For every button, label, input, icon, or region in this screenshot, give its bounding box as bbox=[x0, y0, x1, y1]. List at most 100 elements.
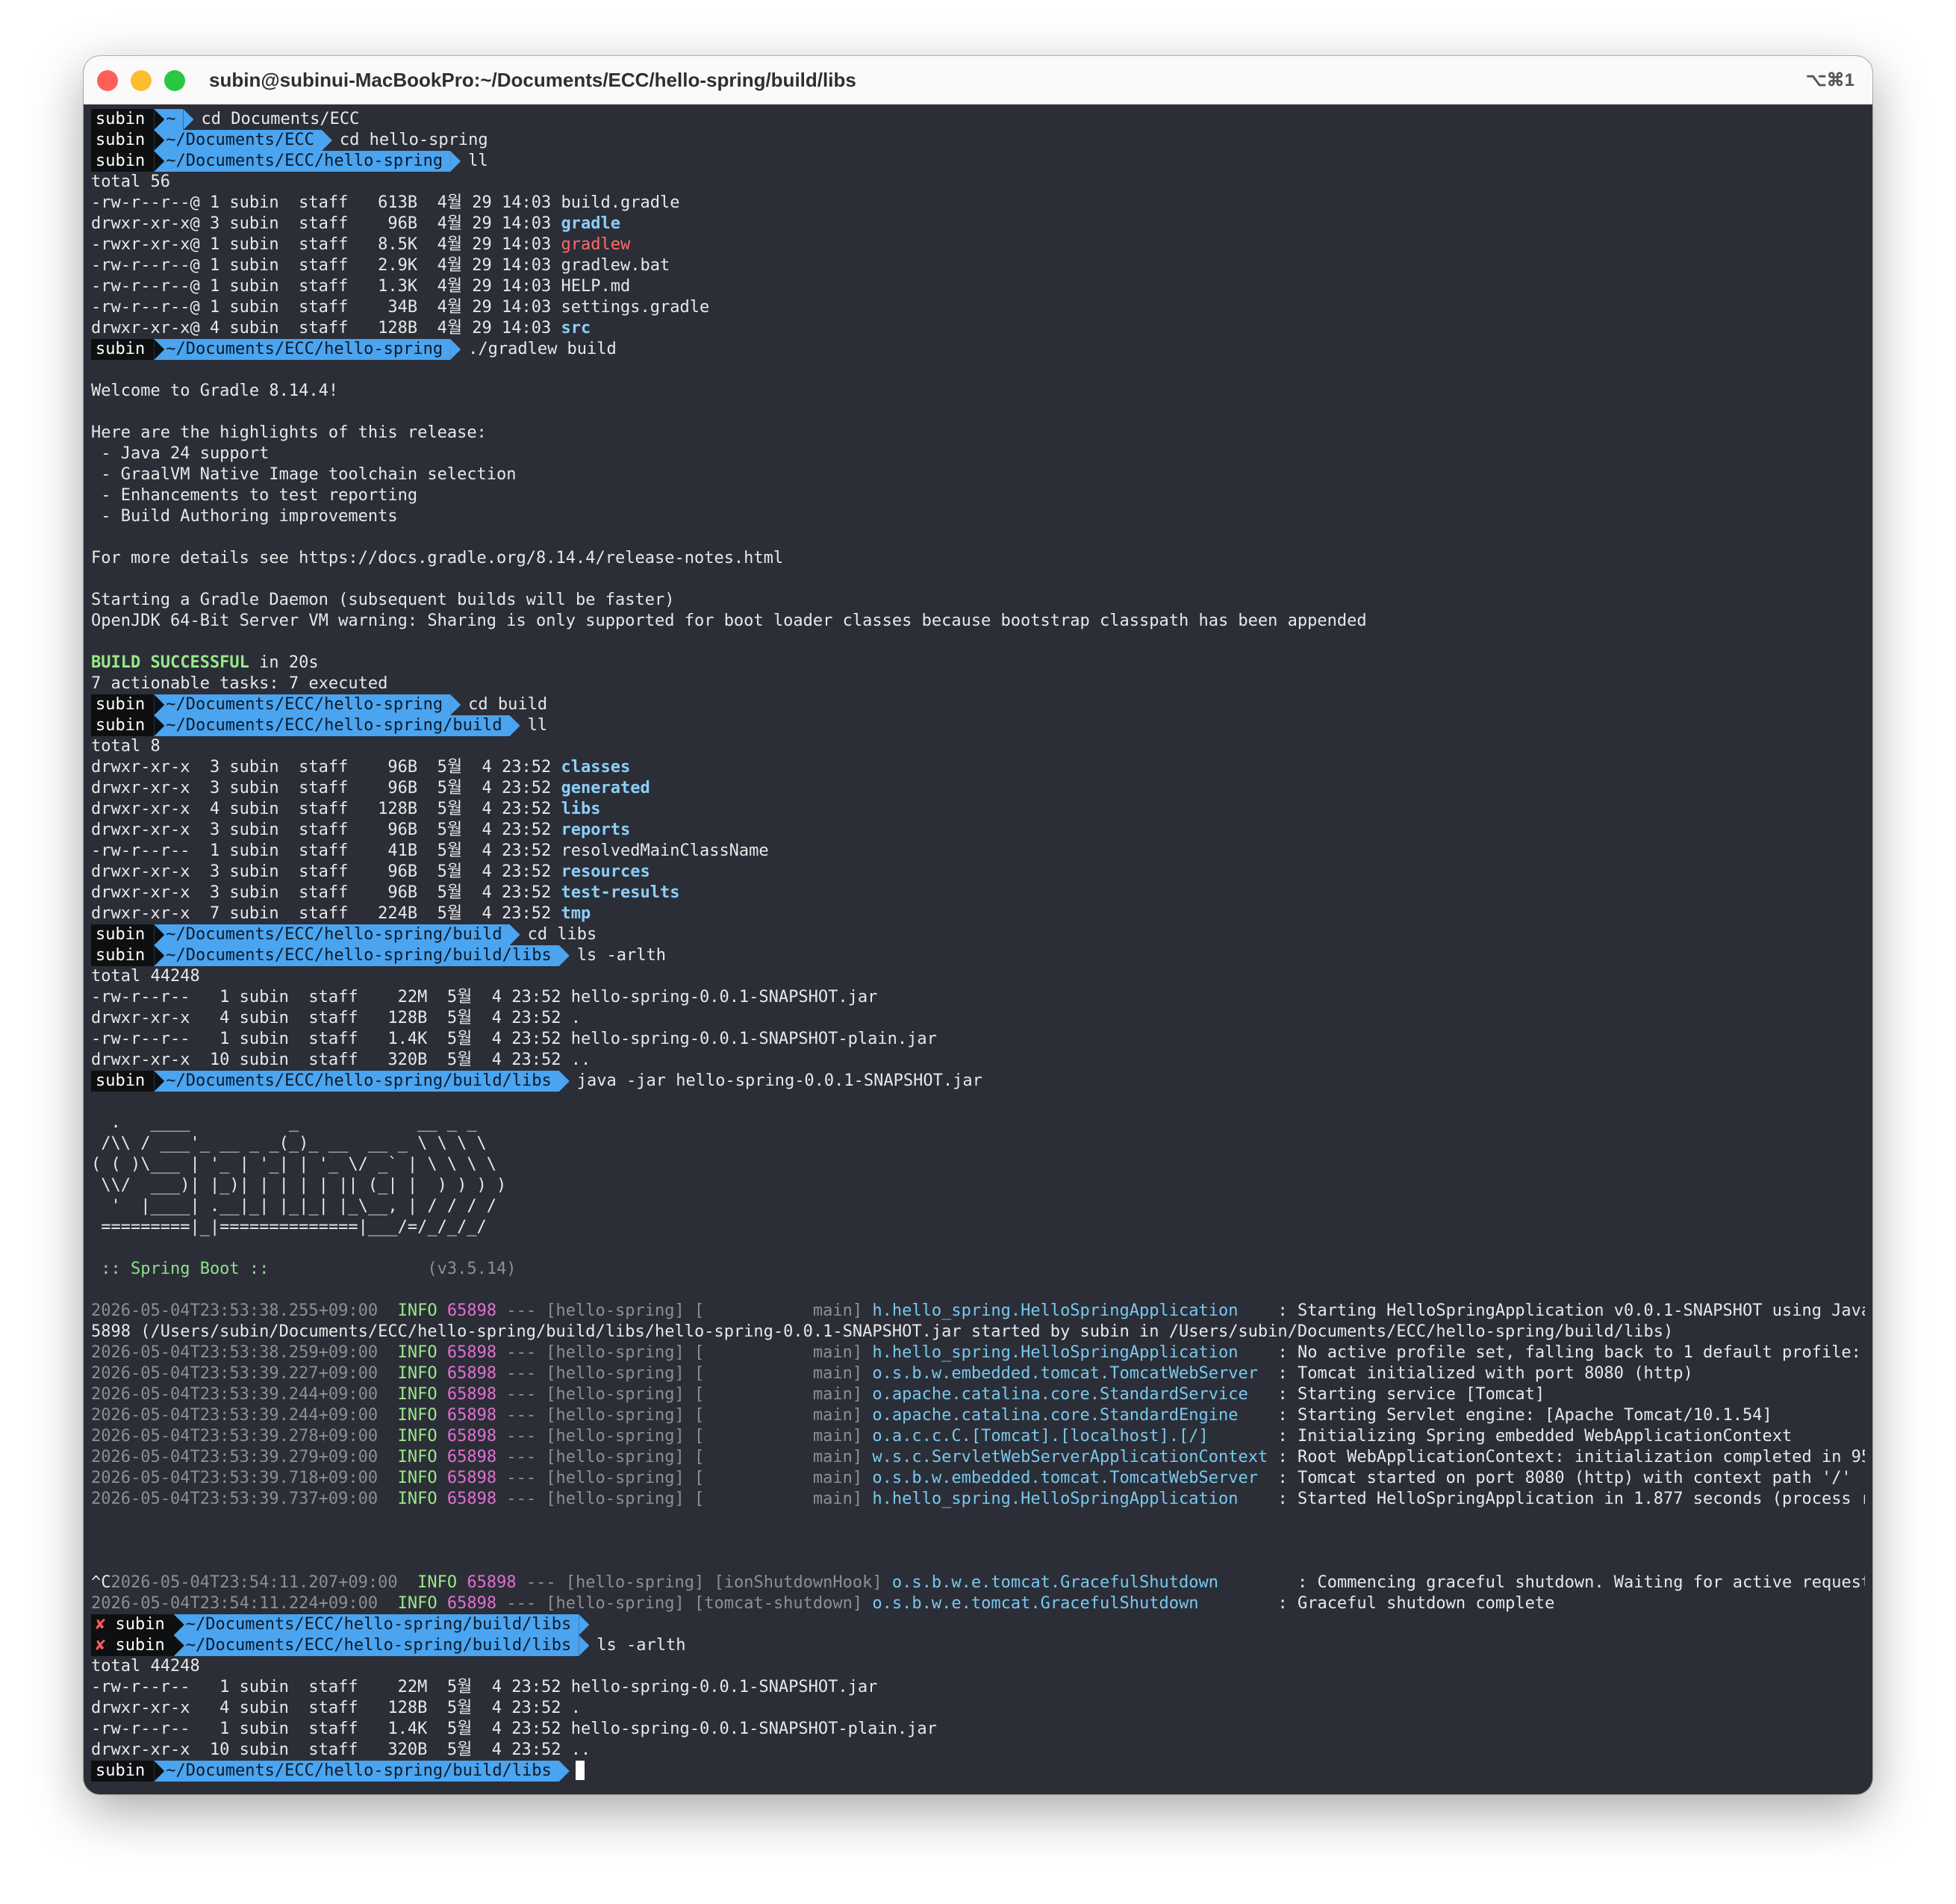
file-name: gradlew bbox=[561, 235, 631, 254]
log-level: INFO bbox=[397, 1364, 437, 1383]
log-logger: w.s.c.ServletWebServerApplicationContext bbox=[872, 1448, 1268, 1466]
file-listing-row: drwxr-xr-x 3 subin staff 96B 5월 4 23:52 … bbox=[91, 883, 1865, 903]
log-pid: 65898 bbox=[446, 1406, 497, 1425]
prompt-separator-icon bbox=[154, 151, 165, 172]
file-attributes: drwxr-xr-x 3 subin staff 96B 5월 4 23:52 bbox=[91, 862, 561, 881]
log-timestamp: 2026-05-04T23:53:39.718+09:00 bbox=[91, 1469, 379, 1487]
output-text: ( ( )\___ | '_ | '_| | '_ \/ _` | \ \ \ … bbox=[91, 1155, 497, 1174]
log-thread: --- [hello-spring] [ main] bbox=[496, 1343, 873, 1362]
build-result-line: BUILD SUCCESSFUL in 20s bbox=[91, 653, 1865, 673]
prompt-path: ~/Documents/ECC/hello-spring/build/libs bbox=[184, 1635, 579, 1656]
log-logger: h.hello_spring.HelloSpringApplication bbox=[872, 1490, 1268, 1508]
interrupt-signal: ^C bbox=[91, 1573, 111, 1592]
output-line: total 56 bbox=[91, 172, 1865, 193]
file-name: hello-spring-0.0.1-SNAPSHOT.jar bbox=[570, 1678, 878, 1696]
log-timestamp: 2026-05-04T23:53:39.227+09:00 bbox=[91, 1364, 379, 1383]
file-attributes: drwxr-xr-x@ 4 subin staff 128B 4월 29 14:… bbox=[91, 319, 561, 337]
prompt-line: ✘ subin ~/Documents/ECC/hello-spring/buil… bbox=[91, 1635, 1865, 1656]
file-name: .. bbox=[570, 1740, 591, 1759]
file-attributes: -rw-r--r--@ 1 subin staff 613B 4월 29 14:… bbox=[91, 193, 561, 212]
prompt-end-icon bbox=[450, 151, 461, 172]
log-timestamp: 2026-05-04T23:53:39.278+09:00 bbox=[91, 1427, 379, 1446]
prompt-end-icon bbox=[321, 130, 332, 151]
file-listing-row: drwxr-xr-x 4 subin staff 128B 5월 4 23:52… bbox=[91, 799, 1865, 820]
prompt-user: subin bbox=[96, 131, 146, 149]
spring-boot-version: (v3.5.14) bbox=[278, 1260, 517, 1278]
prompt-user: subin bbox=[96, 1071, 146, 1090]
log-thread: --- [hello-spring] [ main] bbox=[496, 1364, 873, 1383]
file-listing-row: drwxr-xr-x 4 subin staff 128B 5월 4 23:52… bbox=[91, 1698, 1865, 1719]
prompt-separator-icon bbox=[154, 109, 165, 130]
file-name: src bbox=[561, 319, 591, 337]
file-name: HELP.md bbox=[561, 277, 631, 296]
output-line: total 44248 bbox=[91, 1656, 1865, 1677]
minimize-window-button[interactable] bbox=[131, 70, 152, 91]
zoom-window-button[interactable] bbox=[164, 70, 185, 91]
command-text: cd hello-spring bbox=[339, 131, 488, 149]
file-listing-row: drwxr-xr-x 4 subin staff 128B 5월 4 23:52… bbox=[91, 1008, 1865, 1029]
prompt-end-icon bbox=[183, 109, 194, 130]
file-attributes: drwxr-xr-x 3 subin staff 96B 5월 4 23:52 bbox=[91, 758, 561, 777]
output-text: . ____ _ __ _ _ bbox=[91, 1113, 477, 1132]
command-text: ls -arlth bbox=[597, 1636, 686, 1655]
prompt-user: subin bbox=[96, 946, 146, 965]
prompt-path: ~/Documents/ECC/hello-spring bbox=[164, 694, 451, 715]
terminal-output[interactable]: subin ~ cd Documents/ECC subin ~/Documents/E… bbox=[91, 109, 1865, 1782]
prompt-separator-icon bbox=[154, 924, 165, 945]
file-listing-row: drwxr-xr-x 10 subin staff 320B 5월 4 23:5… bbox=[91, 1050, 1865, 1071]
log-thread: --- [hello-spring] [ main] bbox=[496, 1469, 873, 1487]
file-name: hello-spring-0.0.1-SNAPSHOT.jar bbox=[570, 988, 878, 1007]
file-attributes: -rw-r--r--@ 1 subin staff 1.3K 4월 29 14:… bbox=[91, 277, 561, 296]
prompt-user: subin bbox=[96, 925, 146, 944]
log-level: INFO bbox=[397, 1490, 437, 1508]
log-pid: 65898 bbox=[446, 1490, 497, 1508]
file-attributes: drwxr-xr-x 10 subin staff 320B 5월 4 23:5… bbox=[91, 1740, 571, 1759]
file-name: libs bbox=[561, 800, 601, 818]
log-level: INFO bbox=[397, 1406, 437, 1425]
prompt-separator-icon bbox=[154, 339, 165, 360]
output-line: Here are the highlights of this release: bbox=[91, 423, 1865, 444]
file-attributes: drwxr-xr-x@ 3 subin staff 96B 4월 29 14:0… bbox=[91, 214, 561, 233]
prompt-separator-icon bbox=[154, 1071, 165, 1092]
output-line: /\\ / ___'_ __ _ _(_)_ __ __ _ \ \ \ \ bbox=[91, 1133, 1865, 1154]
file-listing-row: drwxr-xr-x 3 subin staff 96B 5월 4 23:52 … bbox=[91, 862, 1865, 883]
command-text: ./gradlew build bbox=[468, 340, 617, 358]
error-status-icon: ✘ bbox=[96, 1615, 106, 1634]
prompt-path: ~/Documents/ECC/hello-spring/build bbox=[164, 924, 510, 945]
file-attributes: -rw-r--r-- 1 subin staff 1.4K 5월 4 23:52 bbox=[91, 1720, 571, 1738]
close-window-button[interactable] bbox=[97, 70, 118, 91]
title-bar[interactable]: subin@subinui-MacBookPro:~/Documents/ECC… bbox=[84, 56, 1872, 105]
prompt-path: ~/Documents/ECC/hello-spring/build/libs bbox=[164, 1761, 559, 1782]
prompt-end-icon bbox=[579, 1614, 590, 1635]
prompt-path: ~/Documents/ECC/hello-spring/build/libs bbox=[184, 1614, 579, 1635]
prompt-user-segment: subin bbox=[91, 694, 155, 715]
output-text: /\\ / ___'_ __ _ _(_)_ __ __ _ \ \ \ \ bbox=[91, 1134, 487, 1153]
log-pid: 65898 bbox=[446, 1427, 497, 1446]
file-name: gradle bbox=[561, 214, 620, 233]
prompt-line: subin ~ cd Documents/ECC bbox=[91, 109, 1865, 130]
log-timestamp: 2026-05-04T23:53:39.244+09:00 bbox=[91, 1406, 379, 1425]
log-message: : Tomcat started on port 8080 (http) wit… bbox=[1268, 1469, 1851, 1487]
file-attributes: -rw-r--r--@ 1 subin staff 34B 4월 29 14:0… bbox=[91, 298, 561, 317]
log-pid: 65898 bbox=[446, 1385, 497, 1404]
prompt-path: ~/Documents/ECC/hello-spring/build/libs bbox=[164, 945, 559, 966]
file-name: .. bbox=[570, 1051, 591, 1069]
prompt-line: subin ~/Documents/ECC/hello-spring/build c… bbox=[91, 924, 1865, 945]
prompt-user-segment: subin bbox=[91, 1071, 155, 1092]
window-title: subin@subinui-MacBookPro:~/Documents/ECC… bbox=[209, 69, 856, 91]
error-status-icon: ✘ bbox=[96, 1636, 106, 1655]
log-level: INFO bbox=[397, 1343, 437, 1362]
prompt-end-icon bbox=[450, 694, 461, 715]
output-line: 5898 (/Users/subin/Documents/ECC/hello-s… bbox=[91, 1322, 1865, 1343]
output-line: Welcome to Gradle 8.14.4! bbox=[91, 381, 1865, 402]
terminal-window[interactable]: subin@subinui-MacBookPro:~/Documents/ECC… bbox=[84, 56, 1872, 1794]
log-level: INFO bbox=[417, 1573, 458, 1592]
prompt-line: subin ~/Documents/ECC/hello-spring/build/… bbox=[91, 945, 1865, 966]
file-name: . bbox=[570, 1699, 582, 1717]
prompt-user: subin bbox=[115, 1615, 165, 1634]
prompt-separator-icon bbox=[154, 1761, 165, 1782]
command-text: cd libs bbox=[527, 925, 597, 944]
